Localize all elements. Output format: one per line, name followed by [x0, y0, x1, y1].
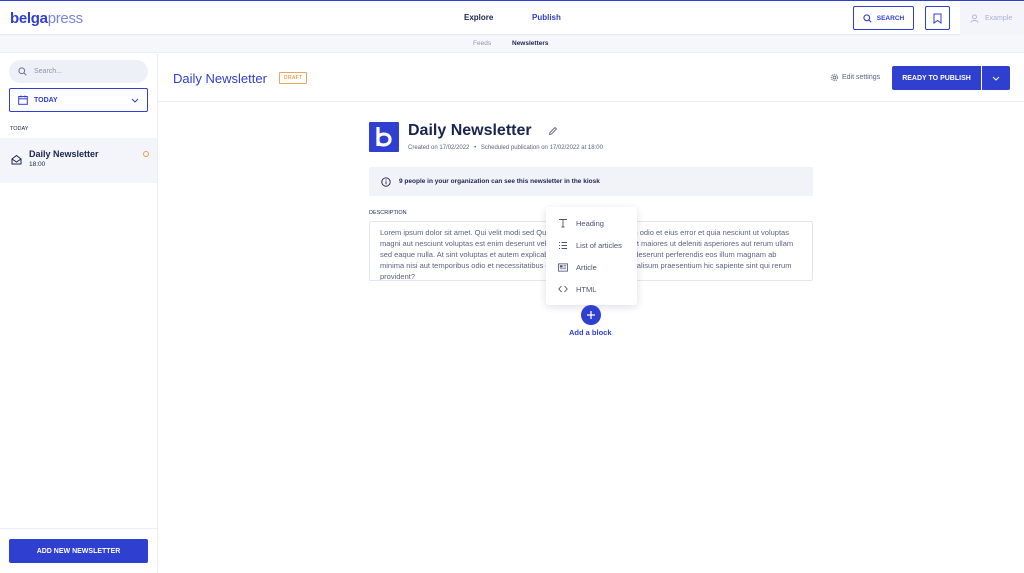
block-option-label: Article	[576, 262, 597, 272]
block-option-heading[interactable]: Heading	[546, 212, 637, 234]
block-option-article[interactable]: Article	[546, 256, 637, 278]
draft-status-dot	[143, 151, 149, 157]
user-name: Example	[985, 15, 1013, 22]
newsletter-logo	[369, 122, 399, 152]
subnav-feeds[interactable]: Feeds	[473, 40, 491, 47]
b-logo-icon	[376, 127, 392, 147]
search-icon	[863, 13, 872, 23]
newsletter-title: Daily Newsletter	[408, 122, 532, 139]
block-option-html[interactable]: HTML	[546, 278, 637, 300]
sidebar: Search... TODAY TODAY Daily Newsletter 1…	[0, 54, 158, 573]
user-icon	[970, 14, 979, 23]
sidebar-footer: ADD NEW NEWSLETTER	[0, 528, 157, 573]
edit-settings-label: Edit settings	[842, 74, 881, 81]
chevron-down-icon	[992, 76, 1000, 81]
newsletter-item-time: 18:00	[29, 161, 46, 168]
nav-publish[interactable]: Publish	[532, 13, 561, 22]
subnav-newsletters[interactable]: Newsletters	[512, 40, 549, 47]
belga-press-logo[interactable]: belgapress	[10, 10, 83, 27]
top-navigation: belgapress Explore Publish SEARCH Exampl…	[0, 0, 1024, 35]
search-button[interactable]: SEARCH	[853, 6, 914, 30]
meta-separator: •	[474, 145, 477, 151]
created-date: Created on 17/02/2022	[408, 145, 470, 151]
block-option-label: HTML	[576, 284, 597, 294]
description-label: DESCRIPTION	[369, 210, 407, 216]
calendar-icon	[18, 95, 28, 105]
ready-to-publish-button[interactable]: READY TO PUBLISH	[892, 66, 981, 90]
add-new-newsletter-button[interactable]: ADD NEW NEWSLETTER	[9, 539, 148, 563]
block-option-label: List of articles	[576, 240, 622, 250]
list-icon	[559, 241, 567, 249]
search-placeholder: Search...	[34, 68, 63, 75]
block-option-list-of-articles[interactable]: List of articles	[546, 234, 637, 256]
bookmark-icon	[933, 13, 942, 24]
search-icon	[18, 67, 27, 76]
plus-icon	[587, 311, 595, 319]
pencil-icon[interactable]	[548, 126, 558, 136]
user-menu[interactable]: Example	[960, 2, 1024, 35]
status-badge: DRAFT	[279, 72, 308, 84]
info-icon	[381, 176, 391, 187]
article-icon	[558, 262, 568, 272]
add-block-menu: Heading List of articles Article HTML	[546, 207, 637, 305]
sub-navigation: Feeds Newsletters	[0, 35, 1024, 53]
sidebar-search-input[interactable]: Search...	[9, 60, 148, 83]
date-filter-value: TODAY	[34, 96, 58, 104]
nav-explore[interactable]: Explore	[464, 13, 493, 22]
sidebar-newsletter-item[interactable]: Daily Newsletter 18:00	[0, 138, 157, 183]
publish-options-dropdown[interactable]	[982, 66, 1010, 90]
newsletter-item-name: Daily Newsletter	[29, 149, 99, 159]
newsletter-meta: Created on 17/02/2022 • Scheduled public…	[408, 145, 603, 151]
add-block-label[interactable]: Add a block	[569, 328, 612, 337]
visibility-info-box: 9 people in your organization can see th…	[369, 167, 813, 196]
code-icon	[558, 285, 568, 293]
heading-icon	[559, 219, 567, 228]
block-option-label: Heading	[576, 218, 604, 228]
add-block-button[interactable]	[581, 305, 601, 325]
bookmark-button[interactable]	[925, 6, 950, 30]
chevron-down-icon	[131, 98, 139, 103]
newsletter-icon	[11, 154, 22, 165]
search-button-label: SEARCH	[876, 14, 905, 22]
edit-settings-button[interactable]: Edit settings	[830, 73, 880, 82]
date-filter-select[interactable]: TODAY	[9, 88, 148, 112]
gear-icon	[830, 73, 839, 82]
newsletter-header: Daily Newsletter DRAFT Edit settings REA…	[158, 54, 1024, 102]
scheduled-date: Scheduled publication on 17/02/2022 at 1…	[480, 145, 603, 151]
visibility-info-text: 9 people in your organization can see th…	[399, 178, 600, 185]
page-title: Daily Newsletter	[173, 71, 267, 86]
sidebar-group-label: TODAY	[10, 126, 29, 132]
